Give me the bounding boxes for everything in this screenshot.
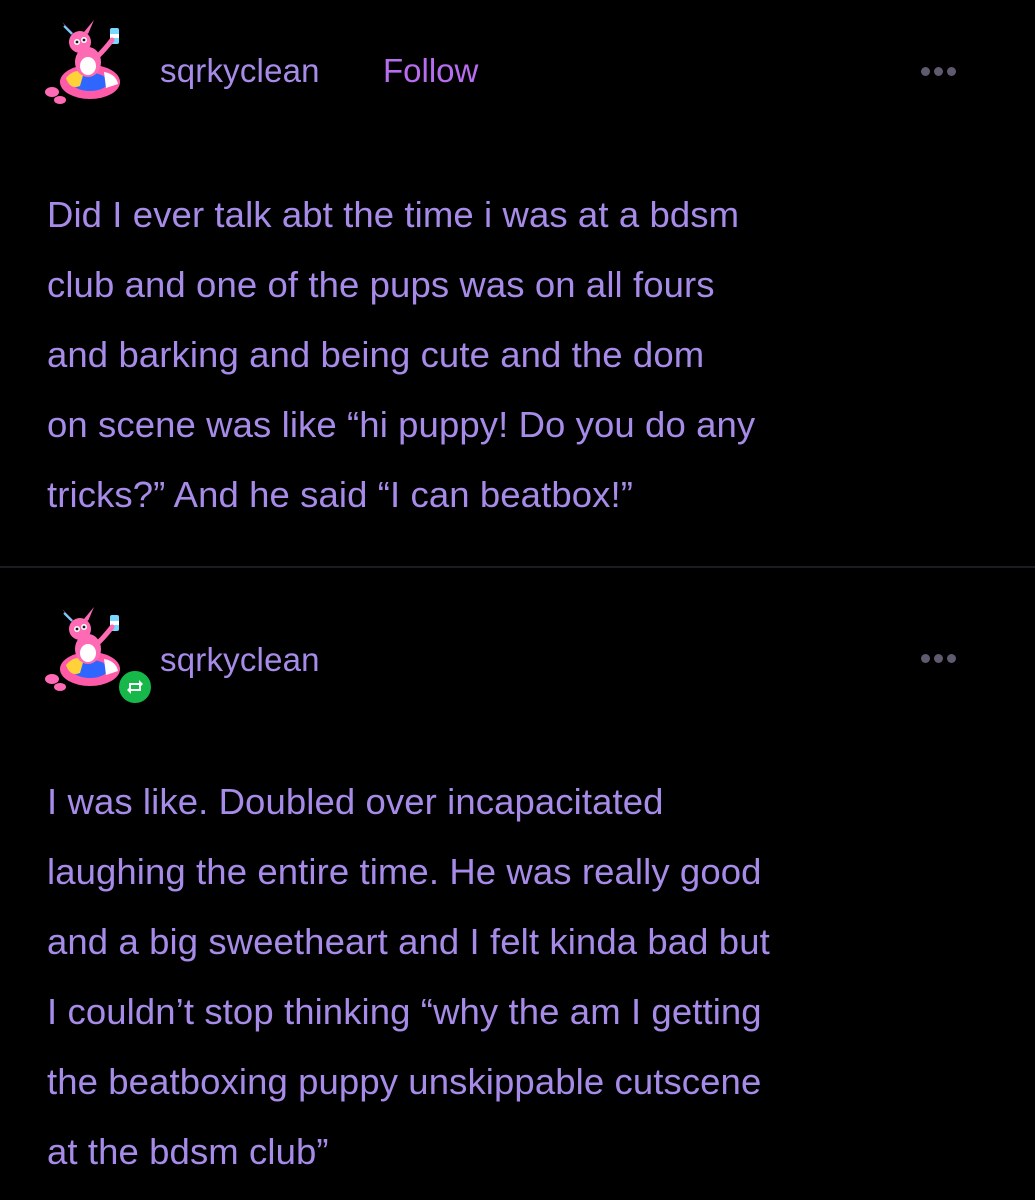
dot [947, 654, 956, 663]
follow-button[interactable]: Follow [383, 52, 478, 90]
post-divider [0, 566, 1035, 568]
post-body-text: I was like. Doubled over incapacitated l… [47, 781, 770, 1172]
post-original: sqrkyclean Follow Did I ever talk abt th… [0, 0, 1035, 567]
dot [921, 67, 930, 76]
bunny-avatar-icon[interactable] [44, 20, 132, 108]
ellipsis-icon[interactable] [917, 651, 961, 665]
post-header: sqrkyclean [0, 607, 1035, 707]
dot [921, 654, 930, 663]
post-header: sqrkyclean Follow [0, 20, 1035, 120]
reblog-badge [116, 668, 154, 706]
ellipsis-icon[interactable] [917, 64, 961, 78]
username-link[interactable]: sqrkyclean [160, 641, 320, 679]
dot [947, 67, 956, 76]
post-reblog: sqrkyclean I was like. Doubled over inca… [0, 569, 1035, 1200]
dot [934, 67, 943, 76]
post-body-text: Did I ever talk abt the time i was at a … [47, 194, 756, 515]
dot [934, 654, 943, 663]
username-link[interactable]: sqrkyclean [160, 52, 320, 90]
reblog-icon [127, 680, 143, 694]
